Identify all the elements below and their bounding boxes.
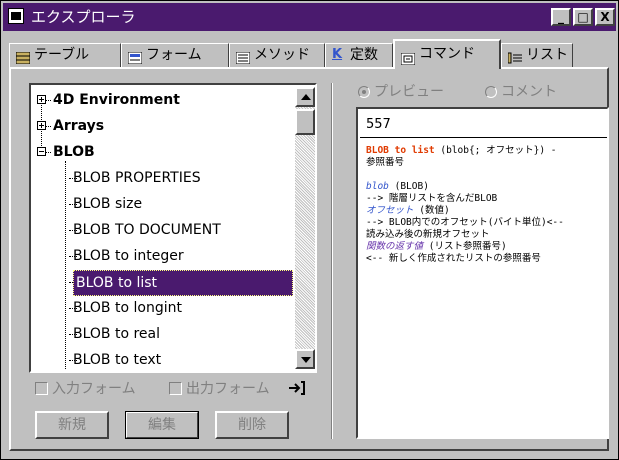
tree-item-label: BLOB to integer — [73, 248, 184, 264]
param-offset-desc: --> BLOB内でのオフセット(バイト単位)<-- — [366, 217, 564, 228]
tab-table[interactable]: テーブル — [9, 43, 121, 67]
param-offset-type: (数値) — [413, 205, 450, 216]
tab-label: 定数 — [350, 47, 378, 63]
window-title: エクスプローラ — [31, 8, 136, 26]
arrow-down-icon — [301, 357, 311, 363]
tab-constants[interactable]: K 定数 — [325, 43, 393, 67]
comment-radio[interactable] — [485, 86, 497, 98]
app-icon — [8, 8, 24, 24]
command-icon — [400, 48, 416, 66]
tree-viewport: 4D Environment Arrays BLOB BLOB PROPERTI… — [33, 87, 293, 369]
arrow-up-icon — [301, 94, 311, 100]
close-button[interactable]: X — [595, 8, 615, 26]
tree-item-label: BLOB to longint — [73, 300, 182, 316]
explorer-window: エクスプローラ _ □ X テーブル フォーム メソッド K 定数 コマンド リス… — [0, 0, 619, 460]
syntax-line: BLOB to list (blob{; オフセット}) - — [366, 145, 557, 157]
return-value-name: 関数の返す値 — [366, 241, 424, 252]
comment-radio-label: コメント — [501, 84, 557, 100]
param-offset-line: オフセット (数値) — [366, 205, 450, 217]
minimize-button[interactable]: _ — [551, 8, 571, 26]
tree-node-label: Arrays — [53, 118, 105, 134]
title-bar[interactable]: エクスプローラ _ □ X — [3, 3, 616, 31]
tree-item-label: BLOB to text — [73, 352, 162, 368]
tab-label: フォーム — [146, 47, 202, 63]
panel-divider — [331, 83, 333, 439]
tab-list[interactable]: リスト — [501, 43, 573, 67]
preview-separator — [360, 137, 607, 138]
table-icon — [15, 49, 31, 65]
edit-button[interactable]: 編集 — [125, 411, 199, 439]
list-icon — [507, 49, 522, 64]
command-preview-pane: 557 BLOB to list (blob{; オフセット}) - 参照番号 … — [356, 107, 609, 439]
tab-commands[interactable]: コマンド — [393, 39, 501, 69]
param-blob-name: blob — [366, 181, 389, 192]
maximize-button[interactable]: □ — [573, 8, 593, 26]
scroll-up-button[interactable] — [295, 87, 315, 107]
output-form-label: 出力フォーム — [186, 381, 270, 397]
tree-item-label: BLOB to list — [73, 270, 293, 296]
tab-label: メソッド — [254, 47, 310, 63]
command-tree[interactable]: 4D Environment Arrays BLOB BLOB PROPERTI… — [29, 83, 317, 373]
output-form-checkbox[interactable] — [169, 382, 182, 395]
new-button[interactable]: 新規 — [35, 411, 109, 439]
return-value-line: 関数の返す値 (リスト参照番号) — [366, 241, 507, 253]
scroll-down-button[interactable] — [295, 349, 315, 369]
return-value-desc: <-- 新しく作成されたリストの参照番号 — [366, 253, 541, 264]
delete-button[interactable]: 削除 — [215, 411, 289, 439]
expand-icon[interactable] — [37, 95, 46, 104]
tree-item-label: BLOB TO DOCUMENT — [73, 222, 221, 238]
param-blob-desc: --> 階層リストを含んだBLOB — [366, 193, 498, 204]
return-value-type: (リスト参照番号) — [423, 241, 507, 252]
form-icon — [127, 49, 143, 65]
tree-connector — [46, 152, 51, 153]
tab-form[interactable]: フォーム — [121, 43, 229, 67]
tree-scrollbar[interactable] — [295, 87, 315, 369]
param-offset-name: オフセット — [366, 205, 414, 216]
syntax-command-name: BLOB to list — [366, 145, 435, 156]
tree-node-label: BLOB — [53, 144, 95, 160]
scroll-thumb[interactable] — [295, 109, 315, 135]
tree-item-label: BLOB size — [73, 196, 143, 212]
preview-radio-label: プレビュー — [374, 84, 444, 100]
tree-connector — [46, 100, 51, 101]
collapse-icon[interactable] — [37, 147, 46, 156]
tab-label: コマンド — [419, 46, 475, 62]
param-blob-line: blob (BLOB) — [366, 181, 429, 193]
preview-radio[interactable] — [358, 86, 370, 98]
tab-label: テーブル — [34, 47, 90, 63]
tab-method[interactable]: メソッド — [229, 43, 325, 67]
tab-label: リスト — [526, 47, 568, 63]
tree-item-label: BLOB PROPERTIES — [73, 170, 201, 186]
param-blob-type: (BLOB) — [388, 181, 429, 192]
tree-connector — [46, 126, 51, 127]
insert-arrow-icon[interactable] — [287, 379, 307, 397]
method-icon — [235, 49, 251, 65]
tree-node-label: 4D Environment — [53, 92, 180, 108]
syntax-return: 参照番号 — [366, 157, 405, 168]
input-form-checkbox[interactable] — [35, 382, 48, 395]
constant-k-icon: K — [332, 47, 343, 62]
command-number: 557 — [366, 117, 391, 132]
input-form-label: 入力フォーム — [52, 381, 136, 397]
tree-item-blob-to-list[interactable]: BLOB to list — [33, 269, 293, 296]
tree-guide-line-child — [65, 161, 67, 369]
tree-item-label: BLOB to real — [73, 326, 161, 342]
param-offset-desc-2: 読み込み後の新規オフセット — [366, 229, 490, 240]
expand-icon[interactable] — [37, 121, 46, 130]
syntax-args: (blob{; オフセット}) - — [434, 145, 557, 156]
